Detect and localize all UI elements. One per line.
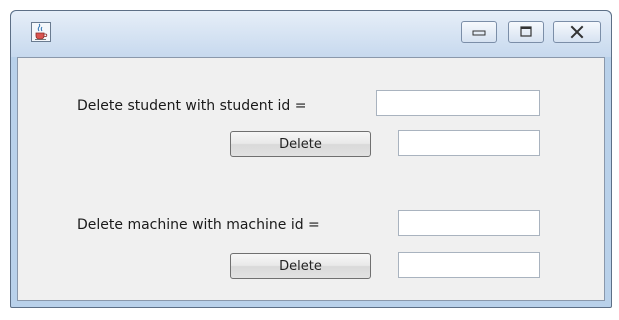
- student-id-input[interactable]: [376, 90, 540, 116]
- maximize-icon: [520, 26, 532, 37]
- student-id-label: Delete student with student id =: [77, 98, 307, 114]
- minimize-icon: [472, 30, 486, 36]
- machine-id-label: Delete machine with machine id =: [77, 217, 320, 233]
- minimize-button[interactable]: [461, 21, 497, 43]
- close-button[interactable]: [553, 21, 601, 43]
- title-bar[interactable]: [11, 11, 611, 57]
- close-icon: [570, 25, 584, 39]
- student-result-field[interactable]: [398, 130, 540, 156]
- app-window: Delete student with student id = Delete …: [10, 10, 612, 308]
- maximize-button[interactable]: [508, 21, 544, 43]
- delete-student-button[interactable]: Delete: [230, 131, 371, 157]
- machine-result-field[interactable]: [398, 252, 540, 278]
- delete-machine-button[interactable]: Delete: [230, 253, 371, 279]
- machine-id-input[interactable]: [398, 210, 540, 236]
- java-cup-icon[interactable]: [31, 22, 51, 42]
- content-panel: Delete student with student id = Delete …: [17, 57, 605, 301]
